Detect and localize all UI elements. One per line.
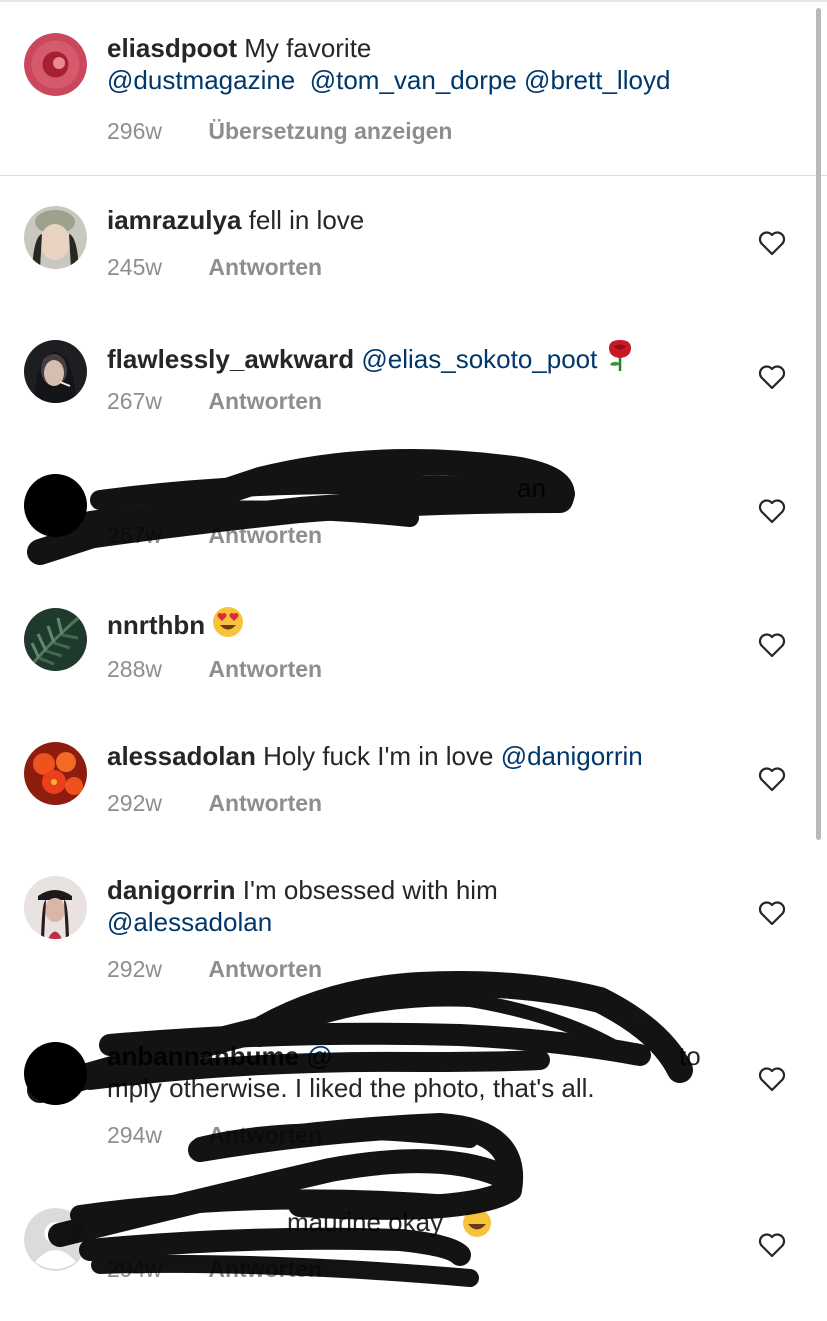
heart-icon[interactable] — [758, 498, 786, 524]
caption-username[interactable]: eliasdpoot — [107, 33, 237, 63]
heart-icon[interactable] — [758, 364, 786, 390]
comment-item: danigorrin I'm obsessed with him @alessa… — [0, 846, 827, 1012]
comment-item: nnrthbn 288w Antworten — [0, 578, 827, 712]
avatar[interactable] — [24, 1042, 87, 1105]
timestamp: 294w — [107, 1122, 162, 1148]
timestamp: 267w — [107, 522, 162, 548]
heart-eyes-emoji-icon — [213, 607, 244, 637]
reply-link[interactable]: Antworten — [208, 522, 322, 548]
avatar[interactable] — [24, 742, 87, 805]
comment-item: an 267w Antworten — [0, 444, 827, 578]
comment-item: maurine okay 294w Antworten — [0, 1178, 827, 1321]
avatar[interactable] — [24, 1208, 87, 1271]
comment-item: alessadolan Holy fuck I'm in love @danig… — [0, 712, 827, 846]
comment-text: Holy fuck I'm in love — [263, 741, 494, 771]
timestamp: 288w — [107, 656, 162, 682]
reply-link[interactable]: Antworten — [208, 254, 322, 280]
comment-username[interactable]: nnrthbn — [107, 610, 205, 640]
heart-icon[interactable] — [758, 632, 786, 658]
avatar[interactable] — [24, 340, 87, 403]
comment-username[interactable]: danigorrin — [107, 875, 236, 905]
post-caption: eliasdpoot My favorite @dustmagazine @to… — [0, 2, 827, 176]
comment-item: flawlessly_awkward @elias_sokoto_poot 26… — [0, 310, 827, 444]
comment-text: fell in love — [248, 205, 365, 235]
comment-text: mply otherwise. I liked the photo, that'… — [107, 1073, 595, 1103]
timestamp: 296w — [107, 118, 162, 144]
heart-icon[interactable] — [758, 1232, 786, 1258]
heart-icon[interactable] — [758, 230, 786, 256]
reply-link[interactable]: Antworten — [208, 790, 322, 816]
comment-username[interactable]: anbannanbume — [107, 1041, 299, 1071]
reply-link[interactable]: Antworten — [208, 956, 322, 982]
avatar[interactable] — [24, 474, 87, 537]
timestamp: 267w — [107, 388, 162, 414]
reply-link[interactable]: Antworten — [208, 1122, 322, 1148]
mention-link[interactable]: @dustmagazine — [107, 65, 295, 95]
timestamp: 292w — [107, 790, 162, 816]
avatar[interactable] — [24, 876, 87, 939]
timestamp: 294w — [107, 1256, 162, 1282]
heart-icon[interactable] — [758, 1066, 786, 1092]
rose-emoji-icon — [608, 340, 631, 371]
mention-link[interactable]: @elias_sokoto_poot — [361, 344, 597, 374]
mention-link[interactable]: @tom_van_dorpe — [310, 65, 517, 95]
caption-body: My favorite — [244, 33, 372, 63]
comment-text: maurine okay — [287, 1207, 444, 1237]
comment-username[interactable]: flawlessly_awkward — [107, 344, 354, 374]
comment-text: I'm obsessed with him — [242, 875, 498, 905]
mention-link[interactable]: @alessadolan — [107, 907, 272, 937]
mention-link[interactable]: @brett_lloyd — [524, 65, 670, 95]
translate-link[interactable]: Übersetzung anzeigen — [208, 118, 452, 144]
heart-icon[interactable] — [758, 900, 786, 926]
mention-link[interactable]: @danigorrin — [501, 741, 643, 771]
timestamp: 245w — [107, 254, 162, 280]
avatar[interactable] — [24, 33, 87, 96]
caption-meta: 296w Übersetzung anzeigen — [107, 118, 453, 145]
comment-text: an — [517, 473, 546, 503]
comment-username[interactable]: alessadolan — [107, 741, 256, 771]
timestamp: 292w — [107, 956, 162, 982]
avatar[interactable] — [24, 608, 87, 671]
comment-text: to — [679, 1041, 701, 1071]
avatar[interactable] — [24, 206, 87, 269]
scrollbar[interactable] — [816, 8, 821, 840]
heart-icon[interactable] — [758, 766, 786, 792]
caption-text: eliasdpoot My favorite @dustmagazine @to… — [107, 32, 747, 96]
laughing-emoji-icon — [463, 1209, 491, 1237]
reply-link[interactable]: Antworten — [208, 1256, 322, 1282]
comment-username[interactable]: iamrazulya — [107, 205, 241, 235]
reply-link[interactable]: Antworten — [208, 388, 322, 414]
comment-item: iamrazulya fell in love 245w Antworten — [0, 176, 827, 310]
reply-link[interactable]: Antworten — [208, 656, 322, 682]
mention-link[interactable]: @ — [306, 1041, 332, 1071]
comment-item: anbannanbume @ to mply otherwise. I like… — [0, 1012, 827, 1178]
